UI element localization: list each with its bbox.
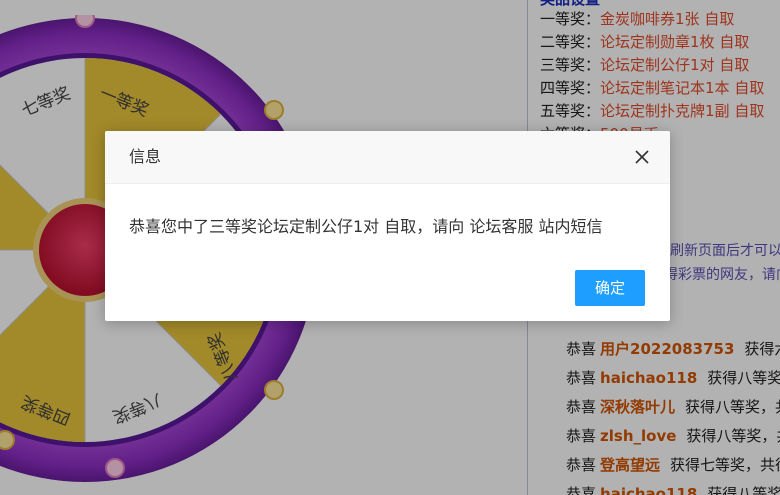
close-icon[interactable] [634, 149, 650, 165]
dialog-header: 信息 [105, 131, 670, 184]
confirm-button[interactable]: 确定 [575, 270, 645, 306]
info-dialog: 信息 恭喜您中了三等奖论坛定制公仔1对 自取，请向 论坛客服 站内短信 确定 [105, 131, 670, 321]
dialog-title: 信息 [129, 147, 162, 166]
dialog-message: 恭喜您中了三等奖论坛定制公仔1对 自取，请向 论坛客服 站内短信 [129, 217, 603, 236]
